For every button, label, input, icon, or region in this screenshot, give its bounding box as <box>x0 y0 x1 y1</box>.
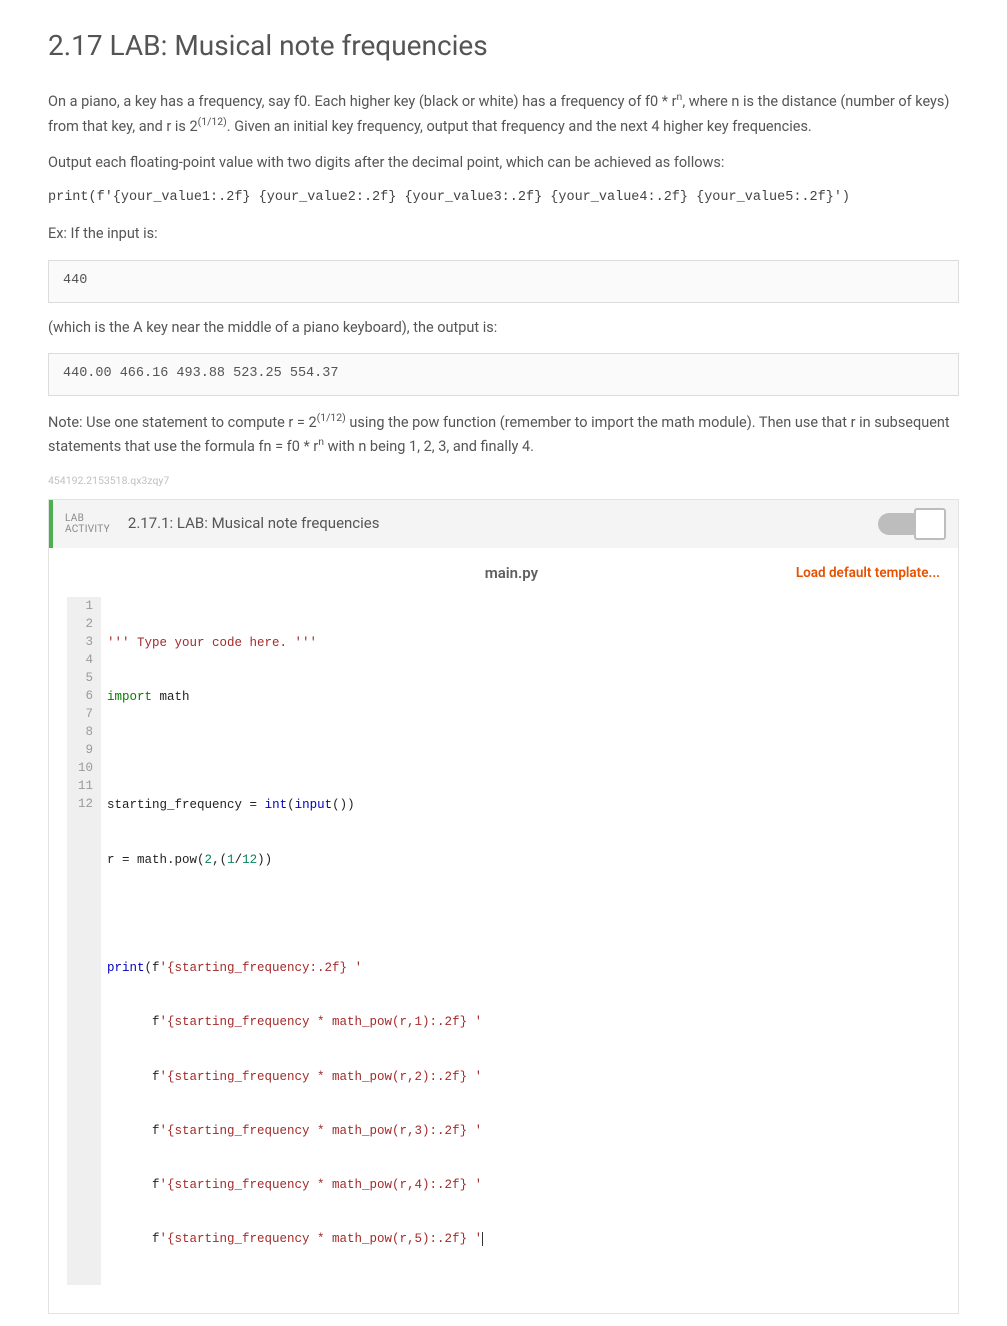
text: On a piano, a key has a frequency, say f… <box>48 93 677 110</box>
superscript: (1/12) <box>198 115 227 128</box>
view-toggle[interactable] <box>878 508 946 540</box>
lab-header: LAB ACTIVITY 2.17.1: LAB: Musical note f… <box>49 500 958 548</box>
line-number: 9 <box>71 741 93 759</box>
output-block: 440.00 466.16 493.88 523.25 554.37 <box>48 353 959 396</box>
print-example-code: print(f'{your_value1:.2f} {your_value2:.… <box>48 188 959 209</box>
text: Note: Use one statement to compute r = 2 <box>48 414 317 431</box>
load-default-template-link[interactable]: Load default template... <box>796 563 940 584</box>
editor-toolbar: main.py Load default template... <box>49 548 958 595</box>
example-label: Ex: If the input is: <box>48 223 959 245</box>
lab-badge-line2: ACTIVITY <box>65 524 110 536</box>
intro-paragraph: On a piano, a key has a frequency, say f… <box>48 89 959 138</box>
lab-badge-line1: LAB <box>65 513 110 525</box>
line-number: 11 <box>71 777 93 795</box>
lab-activity-box: LAB ACTIVITY 2.17.1: LAB: Musical note f… <box>48 499 959 1314</box>
line-number: 4 <box>71 651 93 669</box>
line-gutter: 1 2 3 4 5 6 7 8 9 10 11 12 <box>67 597 101 1284</box>
code-line: ''' Type your code here. ''' <box>107 634 483 652</box>
code-line: print(f'{starting_frequency:.2f} ' <box>107 959 483 977</box>
code-line: f'{starting_frequency * math_pow(r,4):.2… <box>107 1176 483 1194</box>
output-instruction: Output each floating-point value with tw… <box>48 152 959 174</box>
text: . Given an initial key frequency, output… <box>227 118 812 135</box>
code-area[interactable]: ''' Type your code here. ''' import math… <box>101 597 483 1284</box>
toggle-box-icon <box>914 508 946 540</box>
filename-label: main.py <box>227 562 796 585</box>
line-number: 10 <box>71 759 93 777</box>
which-is-text: (which is the A key near the middle of a… <box>48 317 959 339</box>
line-number: 2 <box>71 615 93 633</box>
line-number: 8 <box>71 723 93 741</box>
superscript: (1/12) <box>317 411 346 424</box>
code-line: f'{starting_frequency * math_pow(r,3):.2… <box>107 1122 483 1140</box>
lab-badge: LAB ACTIVITY <box>65 513 110 536</box>
code-line: starting_frequency = int(input()) <box>107 796 483 814</box>
code-line: f'{starting_frequency * math_pow(r,5):.2… <box>107 1230 483 1248</box>
note-paragraph: Note: Use one statement to compute r = 2… <box>48 410 959 459</box>
line-number: 12 <box>71 795 93 813</box>
line-number: 1 <box>71 597 93 615</box>
code-editor[interactable]: 1 2 3 4 5 6 7 8 9 10 11 12 ''' Type your… <box>67 595 940 1312</box>
lab-activity-title: 2.17.1: LAB: Musical note frequencies <box>128 512 380 535</box>
text: with n being 1, 2, 3, and finally 4. <box>324 438 534 455</box>
code-line: r = math.pow(2,(1/12)) <box>107 851 483 869</box>
page-title: 2.17 LAB: Musical note frequencies <box>48 24 959 67</box>
line-number: 7 <box>71 705 93 723</box>
code-line: f'{starting_frequency * math_pow(r,2):.2… <box>107 1068 483 1086</box>
line-number: 6 <box>71 687 93 705</box>
text-cursor-icon <box>482 1232 483 1246</box>
input-block: 440 <box>48 260 959 303</box>
code-line <box>107 905 483 923</box>
code-line: import math <box>107 688 483 706</box>
line-number: 5 <box>71 669 93 687</box>
code-line: f'{starting_frequency * math_pow(r,1):.2… <box>107 1013 483 1031</box>
code-line <box>107 742 483 760</box>
line-number: 3 <box>71 633 93 651</box>
meta-id: 454192.2153518.qx3zqy7 <box>48 473 959 489</box>
